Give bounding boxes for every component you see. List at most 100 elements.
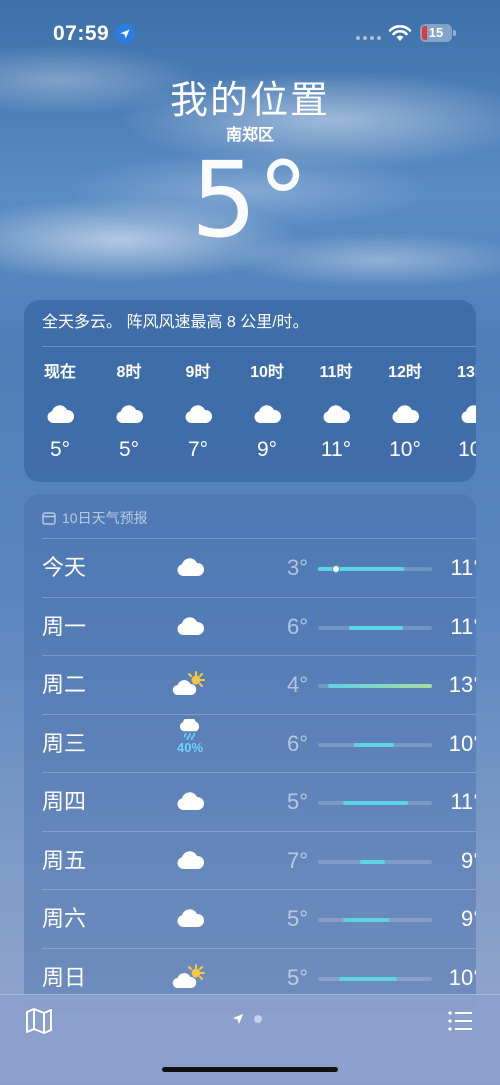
hour-temperature: 5° — [30, 436, 90, 464]
hour-temperature: 11° — [306, 436, 366, 464]
cloud-icon — [170, 783, 210, 819]
high-temperature: 9° — [418, 906, 476, 932]
temperature-range-track — [318, 743, 432, 747]
location-services-icon — [115, 24, 135, 44]
temperature-range-bar — [328, 684, 432, 688]
day-row[interactable]: 周二 4° 13° — [42, 655, 476, 714]
low-temperature: 5° — [252, 789, 308, 815]
day-row[interactable]: 今天 3° 11° — [42, 538, 476, 597]
hour-temperature: 10° — [375, 436, 435, 464]
cloud-icon — [375, 396, 435, 432]
temperature-range-bar — [339, 977, 397, 981]
high-temperature: 10° — [418, 965, 476, 991]
high-temperature: 11° — [418, 789, 476, 815]
calendar-icon — [42, 511, 56, 525]
hourly-item: 10时9° — [237, 362, 297, 464]
precipitation-chance: 40% — [177, 741, 203, 755]
cloud-icon — [99, 396, 159, 432]
low-temperature: 3° — [252, 555, 308, 581]
forecast-summary: 全天多云。 阵风风速最高 8 公里/时。 — [42, 312, 309, 334]
day-row[interactable]: 周六 5° 9° — [42, 889, 476, 948]
day-row[interactable]: 周五 7° 9° — [42, 831, 476, 890]
low-temperature: 6° — [252, 614, 308, 640]
low-temperature: 5° — [252, 906, 308, 932]
cloud-icon — [170, 608, 210, 644]
day-name: 周五 — [42, 848, 86, 874]
low-temperature: 6° — [252, 731, 308, 757]
high-temperature: 9° — [418, 848, 476, 874]
day-row[interactable]: 周三 40% 6° 10° — [42, 714, 476, 773]
day-name: 周六 — [42, 906, 86, 932]
temperature-range-track — [318, 977, 432, 981]
day-name: 今天 — [42, 555, 86, 581]
ten-day-title: 10日天气预报 — [62, 508, 148, 528]
hour-temperature: 5° — [99, 436, 159, 464]
list-icon[interactable] — [446, 1007, 474, 1035]
cloud-icon — [30, 396, 90, 432]
hourly-item: 12时 10° — [375, 362, 435, 464]
day-name: 周二 — [42, 672, 86, 698]
low-temperature: 5° — [252, 965, 308, 991]
day-name: 周一 — [42, 614, 86, 640]
high-temperature: 11° — [418, 614, 476, 640]
high-temperature: 10° — [418, 731, 476, 757]
home-indicator — [162, 1067, 338, 1072]
hourly-forecast-card[interactable]: 全天多云。 阵风风速最高 8 公里/时。 现在5°8时5°9时7°10时9°11… — [24, 300, 476, 482]
temperature-range-bar — [343, 801, 408, 805]
hour-label: 现在 — [30, 362, 90, 384]
hourly-item: 现在 5° — [30, 362, 90, 464]
battery-icon: 15 — [420, 24, 452, 42]
low-temperature: 4° — [252, 672, 308, 698]
hour-label: 8时 — [99, 362, 159, 384]
high-temperature: 11° — [418, 555, 476, 581]
hour-label: 9时 — [168, 362, 228, 384]
day-row[interactable]: 周一 6° 11° — [42, 597, 476, 656]
current-temperature-dot — [332, 565, 340, 573]
wifi-icon — [388, 24, 412, 42]
hourly-list[interactable]: 现在 5° 8时 5° 9时 7° 10时9° 11时 11° 12时 10° 13时 10° — [24, 362, 476, 472]
location-arrow-icon — [232, 1013, 244, 1025]
day-name: 周四 — [42, 789, 86, 815]
map-icon[interactable] — [24, 1007, 54, 1035]
rain-cloud-icon: 40% — [170, 719, 210, 755]
bottom-toolbar — [0, 994, 500, 1085]
hour-label: 10时 — [237, 362, 297, 384]
day-name: 周日 — [42, 965, 86, 991]
location-title: 我的位置 — [0, 76, 500, 126]
temperature-range-bar — [349, 626, 404, 630]
battery-level-text: 15 — [420, 24, 452, 42]
temperature-range-track — [318, 860, 432, 864]
partly-sunny-icon — [170, 666, 210, 702]
status-bar: 07:59 15 — [0, 0, 500, 66]
hourly-item: 8时 5° — [99, 362, 159, 464]
temperature-range-track — [318, 684, 432, 688]
cloud-icon — [170, 842, 210, 878]
day-row[interactable]: 周四 5° 11° — [42, 772, 476, 831]
ten-day-header: 10日天气预报 — [42, 508, 148, 528]
hourly-item: 13时 10° — [444, 362, 476, 464]
temperature-range-track — [318, 918, 432, 922]
temperature-range-bar — [343, 918, 389, 922]
hour-label: 13时 — [444, 362, 476, 384]
temperature-range-bar — [360, 860, 385, 864]
status-time: 07:59 — [53, 22, 109, 46]
day-name: 周三 — [42, 731, 86, 757]
hour-temperature: 7° — [168, 436, 228, 464]
hourly-item: 11时 11° — [306, 362, 366, 464]
cloud-icon — [170, 549, 210, 585]
high-temperature: 13° — [418, 672, 476, 698]
hour-label: 12时 — [375, 362, 435, 384]
hour-label: 11时 — [306, 362, 366, 384]
divider — [42, 346, 476, 347]
low-temperature: 7° — [252, 848, 308, 874]
signal-dots-icon — [356, 36, 381, 40]
page-indicator[interactable] — [232, 1013, 262, 1025]
partly-sunny-icon — [170, 959, 210, 995]
temperature-range-bar — [318, 567, 404, 571]
cloud-icon — [444, 396, 476, 432]
ten-day-forecast-card[interactable]: 10日天气预报 今天3°11°周一6°11°周二4°13°周三40%6°10°周… — [24, 494, 476, 1014]
weather-header: 我的位置 南郑区 — [0, 76, 500, 146]
hour-temperature: 10° — [444, 436, 476, 464]
cloud-icon — [306, 396, 366, 432]
page-dot — [254, 1015, 262, 1023]
